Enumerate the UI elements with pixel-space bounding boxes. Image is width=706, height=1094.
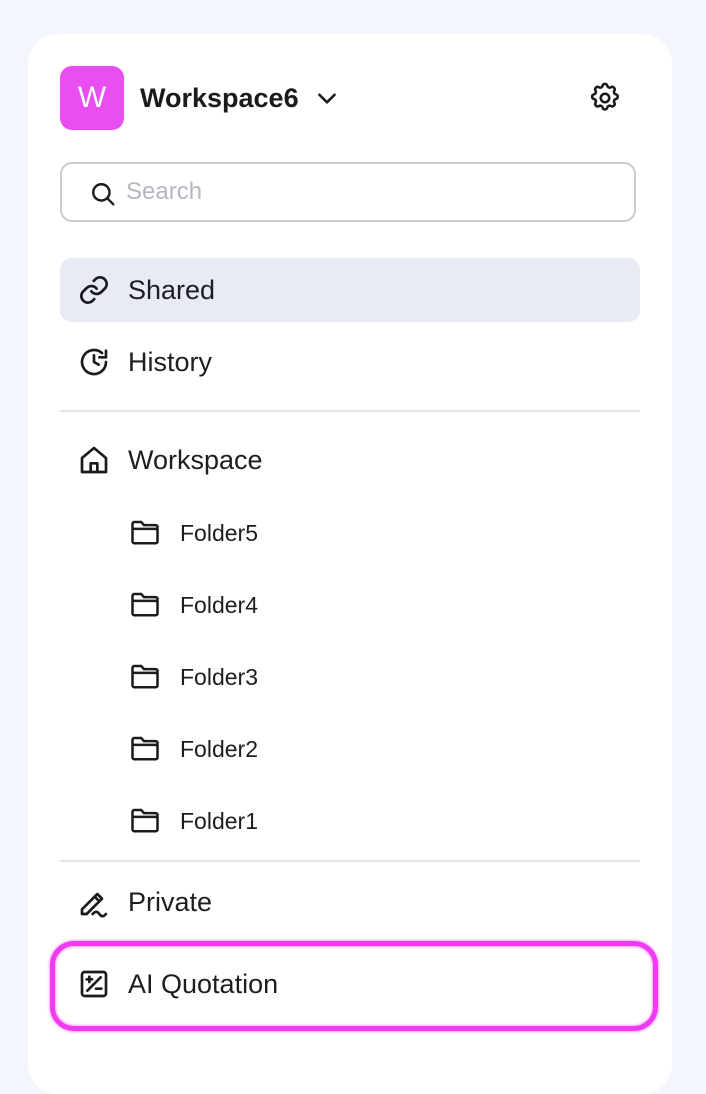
folder-item[interactable]: Folder3 [124,650,524,702]
workspace-name[interactable]: Workspace6 [140,80,299,116]
folder-icon [130,518,160,546]
search-icon [90,181,116,207]
folder-label: Folder4 [180,592,258,618]
nav-label-shared: Shared [128,275,216,305]
folder-icon [130,734,160,762]
sidebar-panel: W Workspace6 Shared [28,34,672,1094]
search-box[interactable] [60,162,636,222]
folder-label: Folder3 [180,664,258,690]
nav-label-private: Private [128,887,213,917]
nav-item-workspace[interactable]: Workspace [60,428,640,492]
nav-item-history[interactable]: History [60,330,640,394]
folder-item[interactable]: Folder1 [124,794,524,846]
folder-label: Folder5 [180,520,258,546]
gear-icon[interactable] [588,81,622,115]
nav-label-ai-quotation: AI Quotation [128,969,279,999]
nav-item-private[interactable]: Private [60,870,640,934]
nav-label-workspace: Workspace [128,445,263,475]
folder-icon [130,590,160,618]
folder-item[interactable]: Folder5 [124,506,524,558]
divider [60,860,640,862]
nav-item-ai-quotation[interactable]: AI Quotation [60,952,640,1016]
nav-item-shared[interactable]: Shared [60,258,640,322]
chevron-down-icon[interactable] [314,85,340,111]
workspace-avatar[interactable]: W [60,66,124,130]
home-icon [78,444,110,476]
folder-label: Folder2 [180,736,258,762]
search-input[interactable] [126,172,606,212]
divider [60,410,640,412]
folder-item[interactable]: Folder4 [124,578,524,630]
history-icon [78,346,110,378]
calculator-icon [78,968,110,1000]
folder-item[interactable]: Folder2 [124,722,524,774]
folder-icon [130,806,160,834]
folder-label: Folder1 [180,808,258,834]
link-icon [78,274,110,306]
folder-icon [130,662,160,690]
nav-label-history: History [128,347,213,377]
pen-icon [78,886,110,918]
